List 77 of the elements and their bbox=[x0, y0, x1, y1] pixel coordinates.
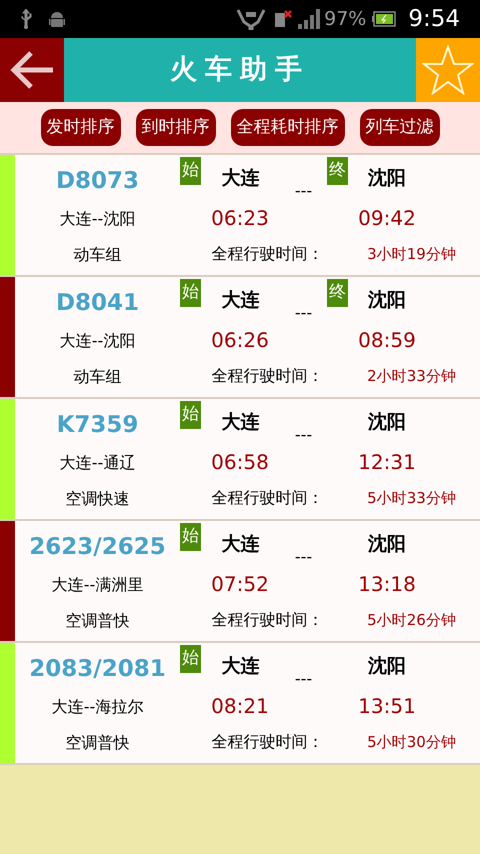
duration-label: 全程行驶时间： bbox=[210, 365, 324, 387]
train-row[interactable]: K7359 大连--通辽 空调快速 始 大连 --- 沈阳 06:58 12:31 全程行驶时间： 5小时33分钟 bbox=[0, 399, 480, 521]
route-text: 大连--通辽 bbox=[60, 452, 136, 474]
route-separator: --- bbox=[294, 302, 314, 323]
departure-time: 06:26 bbox=[210, 327, 270, 354]
duration-value: 5小时33分钟 bbox=[366, 488, 457, 509]
route-text: 大连--沈阳 bbox=[60, 208, 136, 230]
sort-button[interactable]: 全程耗时排序 bbox=[230, 109, 344, 146]
duration-value: 5小时30分钟 bbox=[366, 732, 457, 753]
route-text: 大连--海拉尔 bbox=[52, 696, 144, 718]
arrival-time: 13:51 bbox=[357, 693, 417, 720]
destination-station: 沈阳 bbox=[366, 410, 407, 435]
origin-station: 大连 bbox=[220, 410, 260, 435]
sort-button[interactable]: 到时排序 bbox=[136, 109, 216, 146]
route-separator: --- bbox=[294, 546, 314, 567]
route-text: 大连--满洲里 bbox=[52, 574, 144, 596]
train-type: 动车组 bbox=[74, 366, 122, 388]
route-separator: --- bbox=[294, 668, 314, 689]
destination-station: 沈阳 bbox=[366, 288, 407, 313]
duration-value: 5小时26分钟 bbox=[366, 610, 457, 631]
app-title: 火车助手 bbox=[170, 52, 310, 87]
arrival-time: 13:18 bbox=[357, 571, 417, 598]
duration-label: 全程行驶时间： bbox=[210, 731, 324, 753]
train-row[interactable]: 2623/2625 大连--满洲里 空调普快 始 大连 --- 沈阳 07:52 13:18 全程行驶时间： 5小时26分钟 bbox=[0, 521, 480, 643]
end-badge: 终 bbox=[327, 157, 348, 185]
duration-value: 2小时33分钟 bbox=[366, 366, 457, 387]
duration-value: 3小时19分钟 bbox=[366, 244, 457, 265]
route-separator: --- bbox=[294, 424, 314, 445]
train-type: 空调普快 bbox=[66, 732, 130, 754]
train-number: D8073 bbox=[56, 166, 140, 196]
origin-station: 大连 bbox=[220, 532, 260, 557]
clock: 9:54 bbox=[408, 4, 460, 34]
train-row[interactable]: 2083/2081 大连--海拉尔 空调普快 始 大连 --- 沈阳 08:21 13:51 全程行驶时间： 5小时30分钟 bbox=[0, 643, 480, 765]
end-badge: 终 bbox=[327, 279, 348, 307]
start-badge: 始 bbox=[180, 645, 201, 673]
route-text: 大连--沈阳 bbox=[60, 330, 136, 352]
start-badge: 始 bbox=[180, 401, 201, 429]
duration-label: 全程行驶时间： bbox=[210, 487, 324, 509]
sort-button[interactable]: 发时排序 bbox=[40, 109, 120, 146]
usb-icon bbox=[20, 9, 32, 29]
train-row[interactable]: D8073 大连--沈阳 动车组 始 大连 --- 终 沈阳 06:23 09:42 全程行驶时间： 3小时19分钟 bbox=[0, 155, 480, 277]
train-number: 2083/2081 bbox=[29, 654, 166, 684]
start-badge: 始 bbox=[180, 157, 201, 185]
back-button[interactable] bbox=[0, 38, 64, 102]
destination-station: 沈阳 bbox=[366, 654, 407, 679]
duration-label: 全程行驶时间： bbox=[210, 609, 324, 631]
departure-time: 06:23 bbox=[210, 205, 270, 232]
signal-icon bbox=[298, 9, 320, 29]
sim-error-icon bbox=[274, 9, 292, 29]
duration-label: 全程行驶时间： bbox=[210, 243, 324, 265]
arrival-time: 09:42 bbox=[357, 205, 417, 232]
android-icon bbox=[49, 10, 65, 28]
battery-percent: 97% bbox=[324, 6, 366, 32]
departure-time: 08:21 bbox=[210, 693, 270, 720]
start-badge: 始 bbox=[180, 279, 201, 307]
departure-time: 06:58 bbox=[210, 449, 270, 476]
origin-station: 大连 bbox=[220, 288, 260, 313]
train-row[interactable]: D8041 大连--沈阳 动车组 始 大连 --- 终 沈阳 06:26 08:59 全程行驶时间： 2小时33分钟 bbox=[0, 277, 480, 399]
train-number: K7359 bbox=[56, 410, 138, 440]
train-type: 空调快速 bbox=[66, 488, 130, 510]
sort-button[interactable]: 列车过滤 bbox=[360, 109, 440, 146]
start-badge: 始 bbox=[180, 523, 201, 551]
train-type: 动车组 bbox=[74, 244, 122, 266]
arrival-time: 08:59 bbox=[357, 327, 417, 354]
train-number: D8041 bbox=[56, 288, 140, 318]
star-icon bbox=[422, 45, 474, 95]
departure-time: 07:52 bbox=[210, 571, 270, 598]
back-arrow-icon bbox=[9, 49, 55, 91]
train-number: 2623/2625 bbox=[29, 532, 166, 562]
battery-icon bbox=[372, 11, 396, 27]
destination-station: 沈阳 bbox=[366, 166, 407, 191]
origin-station: 大连 bbox=[220, 654, 260, 679]
destination-station: 沈阳 bbox=[366, 532, 407, 557]
route-separator: --- bbox=[294, 180, 314, 201]
train-type: 空调普快 bbox=[66, 610, 130, 632]
origin-station: 大连 bbox=[220, 166, 260, 191]
arrival-time: 12:31 bbox=[357, 449, 417, 476]
